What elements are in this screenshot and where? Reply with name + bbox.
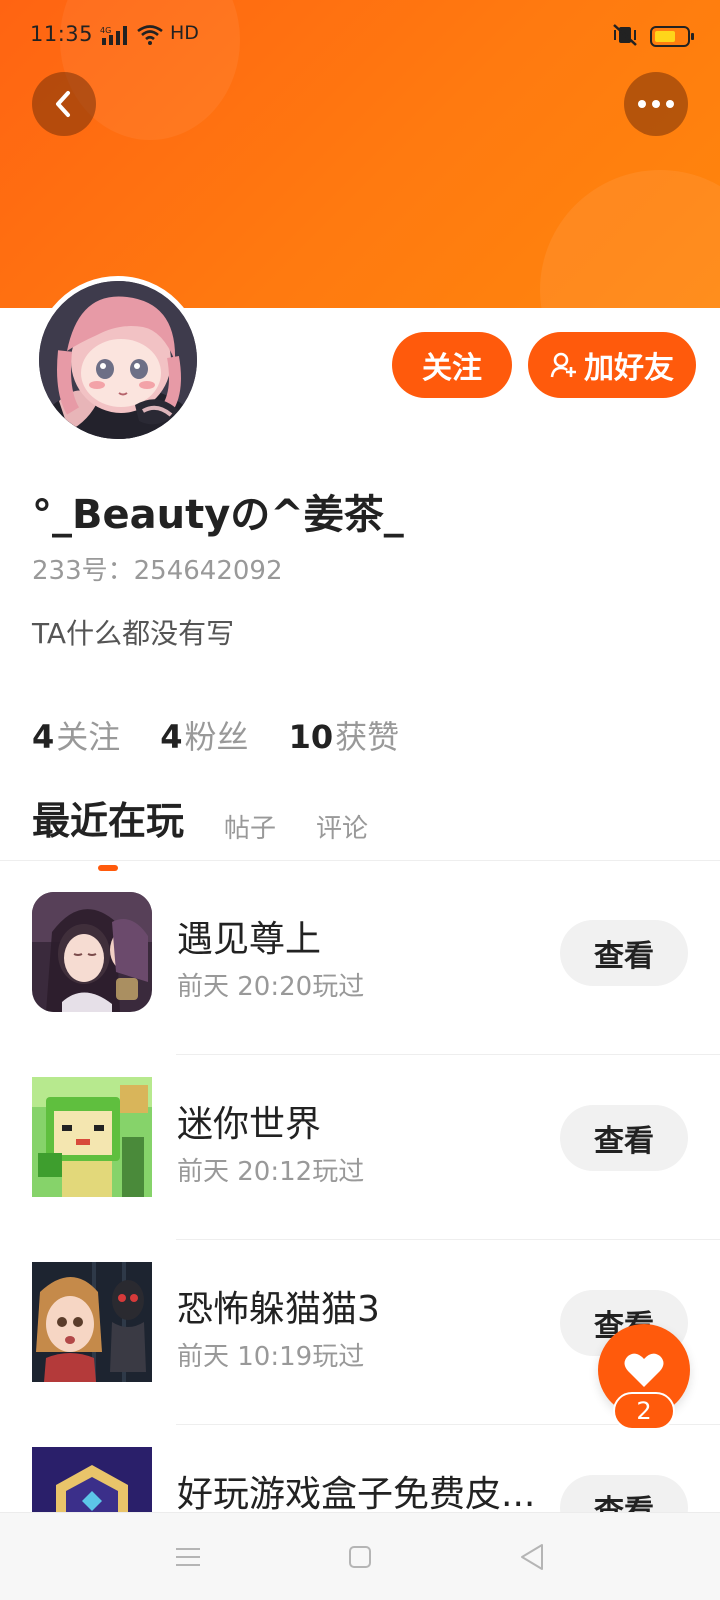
- stat-number: 10: [288, 718, 334, 756]
- follow-button[interactable]: 关注: [392, 332, 512, 398]
- wifi-icon: [137, 25, 163, 45]
- tab-posts[interactable]: 帖子: [224, 808, 276, 849]
- vibrate-mute-icon: [613, 24, 637, 46]
- tab-recent-games[interactable]: 最近在玩: [32, 790, 184, 871]
- user-bio: TA什么都没有写: [32, 617, 235, 650]
- stat-fans[interactable]: 4粉丝: [160, 712, 248, 758]
- avatar[interactable]: [34, 276, 202, 444]
- stat-likes[interactable]: 10获赞: [289, 712, 400, 758]
- game-icon-yujian: [32, 892, 152, 1012]
- chevron-left-icon: [56, 91, 70, 117]
- signal-icon: 4G: [100, 26, 127, 45]
- tab-comments[interactable]: 评论: [316, 808, 368, 849]
- view-button[interactable]: 查看: [560, 1105, 688, 1171]
- heart-icon: [624, 1353, 664, 1387]
- nav-home-button[interactable]: [344, 1541, 376, 1573]
- profile-stats: 4关注 4粉丝 10获赞: [32, 712, 399, 758]
- stat-label: 粉丝: [184, 718, 249, 756]
- more-options-button[interactable]: [624, 72, 688, 136]
- game-name: 好玩游戏盒子免费皮...: [177, 1474, 536, 1515]
- tabs-divider: [0, 860, 720, 861]
- stat-following[interactable]: 4关注: [32, 712, 120, 758]
- banner-decoration: [540, 170, 720, 308]
- view-button[interactable]: 查看: [560, 920, 688, 986]
- add-friend-button[interactable]: 加好友: [528, 332, 696, 398]
- list-item[interactable]: 遇见尊上 前天 20:20玩过 查看: [0, 870, 720, 1055]
- username: °_Beautyの^姜茶_: [32, 492, 404, 538]
- stat-number: 4: [32, 718, 55, 756]
- back-button[interactable]: [32, 72, 96, 136]
- game-icon-hide-seek: [32, 1262, 152, 1382]
- stat-number: 4: [160, 718, 183, 756]
- like-count-badge: 2: [613, 1392, 675, 1430]
- game-last-played: 前天 20:12玩过: [177, 1157, 365, 1187]
- home-square-icon: [349, 1546, 371, 1568]
- battery-level: [655, 31, 675, 42]
- more-dots-icon: [638, 100, 674, 108]
- status-time: 11:35: [30, 22, 94, 46]
- game-name: 遇见尊上: [177, 919, 322, 960]
- game-last-played: 前天 10:19玩过: [177, 1342, 365, 1372]
- menu-icon: [176, 1548, 200, 1566]
- battery-icon: [650, 26, 694, 47]
- list-item[interactable]: 迷你世界 前天 20:12玩过 查看: [0, 1055, 720, 1240]
- game-name: 恐怖躲猫猫3: [177, 1289, 380, 1330]
- hd-indicator: HD: [170, 22, 199, 44]
- profile-tabs: 最近在玩 帖子 评论: [32, 790, 368, 871]
- stat-label: 关注: [56, 718, 121, 756]
- stat-label: 获赞: [335, 718, 400, 756]
- add-user-icon: [550, 352, 576, 378]
- user-id: 233号：254642092: [32, 556, 283, 586]
- system-nav-bar: [0, 1512, 720, 1600]
- nav-menu-button[interactable]: [172, 1541, 204, 1573]
- follow-button-label: 关注: [422, 351, 482, 386]
- add-friend-button-label: 加好友: [584, 351, 674, 386]
- status-bar: 11:35 4G HD: [0, 18, 720, 54]
- recent-games-list: 遇见尊上 前天 20:20玩过 查看 迷你世界 前天 20:12玩过 查看 恐怖…: [0, 870, 720, 1600]
- game-last-played: 前天 20:20玩过: [177, 972, 365, 1002]
- back-triangle-icon: [521, 1544, 543, 1570]
- game-name: 迷你世界: [177, 1104, 322, 1145]
- avatar-illustration: [39, 281, 197, 439]
- network-type-label: 4G: [100, 26, 111, 35]
- nav-back-button[interactable]: [516, 1541, 548, 1573]
- game-icon-mini-world: [32, 1077, 152, 1197]
